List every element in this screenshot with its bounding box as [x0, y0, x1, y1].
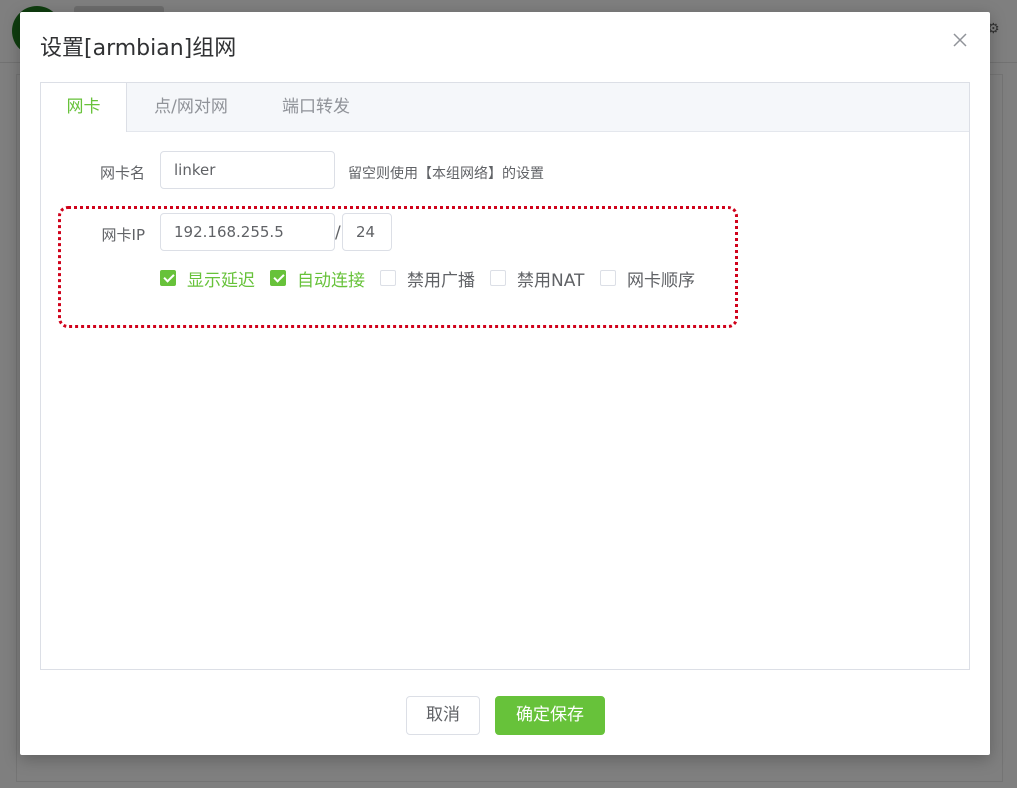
- nic-ip-label: 网卡IP: [101, 226, 145, 244]
- tab-port-forwarding[interactable]: 端口转发: [269, 83, 363, 132]
- show-latency-checkbox[interactable]: 显示延迟: [160, 268, 255, 291]
- ip-prefix-input[interactable]: 24: [342, 213, 392, 251]
- confirm-save-button[interactable]: 确定保存: [495, 696, 605, 735]
- nic-order-checkbox[interactable]: 网卡顺序: [600, 268, 695, 291]
- checkbox-unchecked-icon: [600, 270, 616, 286]
- dialog-title: 设置[armbian]组网: [40, 36, 237, 61]
- checkbox-unchecked-icon: [490, 270, 506, 286]
- disable-broadcast-checkbox[interactable]: 禁用广播: [380, 268, 475, 291]
- show-latency-label: 显示延迟: [187, 270, 255, 291]
- checkbox-checked-icon: [270, 270, 286, 286]
- nic-name-input[interactable]: linker: [160, 151, 335, 189]
- nic-name-label: 网卡名: [99, 164, 145, 182]
- nic-ip-input[interactable]: 192.168.255.5: [160, 213, 335, 251]
- nic-name-hint: 留空则使用【本组网络】的设置: [348, 166, 544, 182]
- checkbox-unchecked-icon: [380, 270, 396, 286]
- ip-prefix-separator: /: [335, 223, 341, 243]
- close-button[interactable]: [950, 30, 970, 50]
- cancel-button[interactable]: 取消: [406, 696, 480, 735]
- disable-broadcast-label: 禁用广播: [407, 270, 475, 291]
- auto-connect-label: 自动连接: [297, 270, 365, 291]
- close-icon: [953, 33, 967, 47]
- tabs-header: 网卡 点/网对网 端口转发: [41, 83, 969, 132]
- auto-connect-checkbox[interactable]: 自动连接: [270, 268, 365, 291]
- nic-order-label: 网卡顺序: [627, 270, 695, 291]
- network-settings-dialog: 设置[armbian]组网 网卡 点/网对网 端口转发 网卡名 linker 留…: [20, 12, 990, 755]
- disable-nat-checkbox[interactable]: 禁用NAT: [490, 268, 585, 291]
- tab-p2p-network[interactable]: 点/网对网: [141, 83, 241, 132]
- tab-nic[interactable]: 网卡: [41, 83, 127, 132]
- disable-nat-label: 禁用NAT: [517, 270, 585, 291]
- checkbox-checked-icon: [160, 270, 176, 286]
